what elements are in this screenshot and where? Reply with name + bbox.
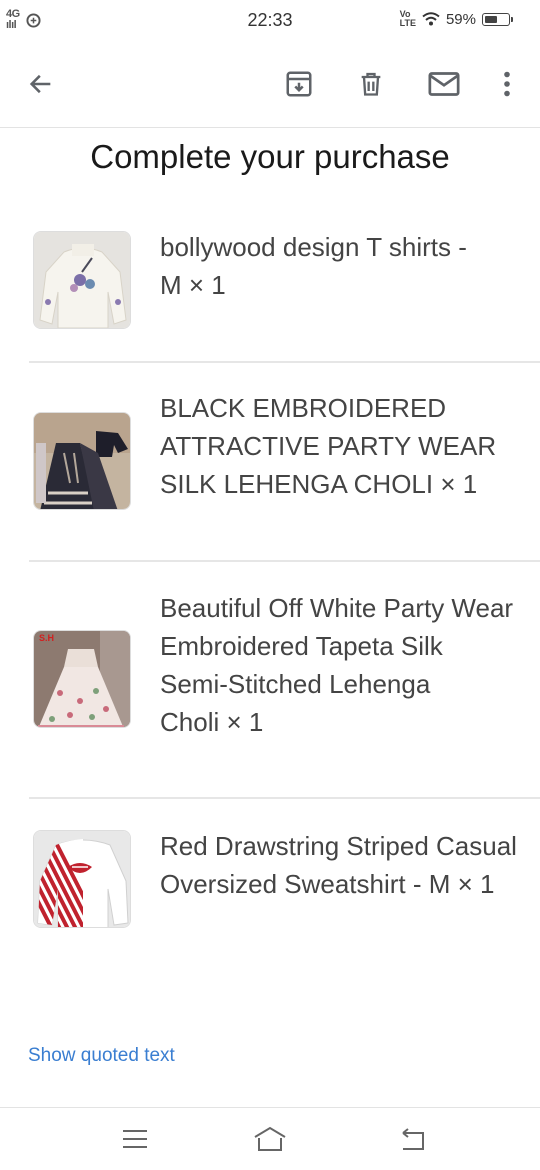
- product-name-line: BLACK EMBROIDERED: [160, 393, 447, 423]
- product-name-line: SILK LEHENGA CHOLI × 1: [160, 469, 478, 499]
- mark-unread-button[interactable]: [420, 60, 468, 108]
- battery-icon: [482, 12, 513, 26]
- menu-icon: [123, 1130, 147, 1148]
- product-item[interactable]: Red Drawstring Striped Casual Oversized …: [0, 827, 540, 947]
- product-name-line: Semi-Stitched Lehenga: [160, 669, 431, 699]
- home-icon: [254, 1126, 286, 1151]
- more-vert-icon: [504, 71, 510, 97]
- product-name: Red Drawstring Striped Casual Oversized …: [160, 827, 540, 903]
- status-bar: 4G ılıl 22:33 Vo LTE 59%: [0, 0, 540, 40]
- status-right: Vo LTE 59%: [400, 10, 513, 28]
- product-item[interactable]: S.H Beautiful Off White Party Wear Embro…: [0, 589, 540, 789]
- product-name-line: ATTRACTIVE PARTY WEAR: [160, 431, 497, 461]
- product-name: bollywood design T shirts - M × 1: [160, 228, 540, 304]
- more-options-button[interactable]: [483, 60, 531, 108]
- volte-bottom: LTE: [399, 18, 416, 28]
- product-name-line: Oversized Sweatshirt - M × 1: [160, 869, 495, 899]
- back-icon: [402, 1128, 424, 1150]
- product-name-line: Embroidered Tapeta Silk: [160, 631, 443, 661]
- product-name-line: bollywood design T shirts -: [160, 232, 467, 262]
- battery-percent: 59%: [445, 10, 476, 28]
- product-name-line: Choli × 1: [160, 707, 264, 737]
- product-image-sweater: [33, 231, 131, 329]
- divider: [29, 797, 540, 799]
- divider: [29, 361, 540, 363]
- product-name-line: Red Drawstring Striped Casual: [160, 831, 517, 861]
- divider: [29, 560, 540, 562]
- show-quoted-text-link[interactable]: Show quoted text: [28, 1045, 175, 1067]
- menu-button[interactable]: [115, 1122, 155, 1156]
- product-image-off-white-lehenga: S.H: [33, 630, 131, 728]
- delete-button[interactable]: [347, 60, 395, 108]
- envelope-icon: [428, 72, 460, 96]
- product-image-striped-sweatshirt: [33, 830, 131, 928]
- back-button[interactable]: [17, 60, 65, 108]
- system-nav-bar: [0, 1107, 540, 1170]
- volte-badge: Vo LTE: [400, 10, 416, 28]
- product-name: Beautiful Off White Party Wear Embroider…: [160, 589, 540, 741]
- product-image-black-lehenga: [33, 412, 131, 510]
- arrow-left-icon: [29, 74, 51, 94]
- email-heading: Complete your purchase: [90, 138, 450, 175]
- home-button[interactable]: [250, 1122, 290, 1156]
- product-item[interactable]: BLACK EMBROIDERED ATTRACTIVE PARTY WEAR …: [0, 389, 540, 549]
- battery-level: [485, 15, 498, 23]
- thumbnail-watermark: S.H: [39, 633, 55, 643]
- email-toolbar: [0, 40, 540, 128]
- product-item[interactable]: bollywood design T shirts - M × 1: [0, 228, 540, 348]
- product-name-line: M × 1: [160, 270, 226, 300]
- product-name: BLACK EMBROIDERED ATTRACTIVE PARTY WEAR …: [160, 389, 540, 503]
- product-name-line: Beautiful Off White Party Wear: [160, 593, 514, 623]
- system-back-button[interactable]: [392, 1122, 432, 1156]
- archive-icon: [286, 71, 312, 97]
- email-screen: 4G ılıl 22:33 Vo LTE 59% Complete your p…: [0, 0, 540, 1170]
- wifi-icon: [422, 12, 440, 26]
- trash-icon: [361, 72, 381, 96]
- archive-button[interactable]: [275, 60, 323, 108]
